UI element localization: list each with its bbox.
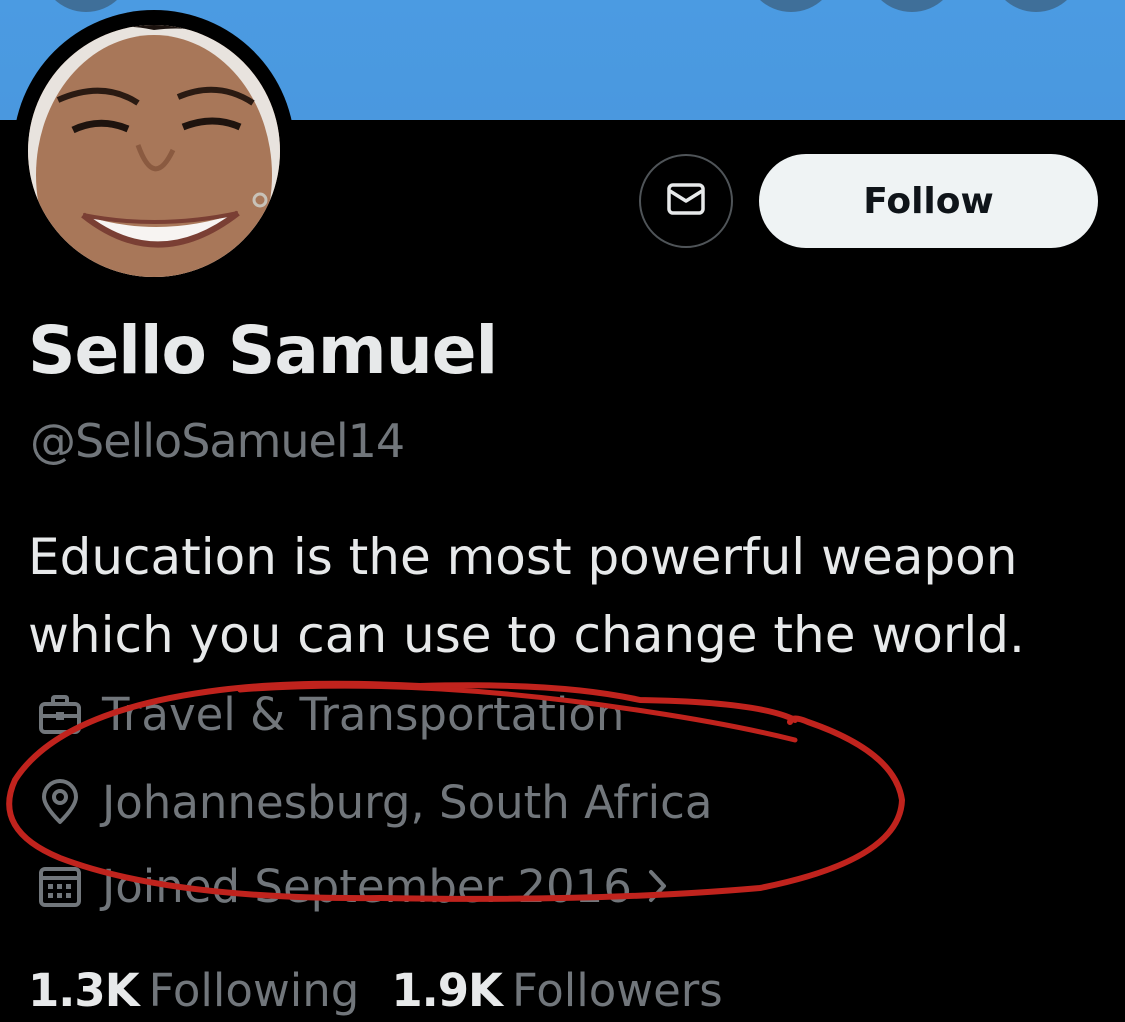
message-button[interactable]: [639, 154, 733, 248]
banner-button-share[interactable]: [866, 0, 958, 12]
profile-category: Travel & Transportation: [30, 684, 624, 744]
calendar-icon: [30, 856, 90, 916]
banner-button-search[interactable]: [745, 0, 837, 12]
envelope-icon: [664, 177, 708, 225]
banner-button-back[interactable]: [40, 0, 132, 12]
following-count: 1.3K: [28, 963, 140, 1017]
joined-text: Joined September 2016: [102, 859, 632, 913]
category-text: Travel & Transportation: [102, 687, 625, 741]
following-label: Following: [148, 963, 360, 1017]
briefcase-icon: [30, 684, 90, 744]
user-handle: @SelloSamuel14: [30, 414, 405, 468]
banner-button-more[interactable]: [990, 0, 1082, 12]
profile-bio: Education is the most powerful weapon wh…: [28, 528, 1025, 664]
avatar[interactable]: [13, 10, 295, 292]
followers-count: 1.9K: [391, 963, 503, 1017]
followers-link[interactable]: 1.9K Followers: [391, 964, 754, 1017]
chevron-right-icon[interactable]: [646, 866, 670, 906]
display-name: Sello Samuel: [28, 312, 498, 389]
location-pin-icon: [30, 772, 90, 832]
profile-location: Johannesburg, South Africa: [30, 772, 712, 832]
follow-button[interactable]: Follow: [759, 154, 1098, 248]
following-link[interactable]: 1.3K Following: [28, 964, 391, 1017]
follow-stats: 1.3K Following 1.9K Followers: [28, 958, 755, 1022]
followers-label: Followers: [511, 963, 723, 1017]
location-text: Johannesburg, South Africa: [102, 775, 713, 829]
avatar-photo: [28, 25, 280, 277]
profile-joined[interactable]: Joined September 2016: [30, 856, 670, 916]
